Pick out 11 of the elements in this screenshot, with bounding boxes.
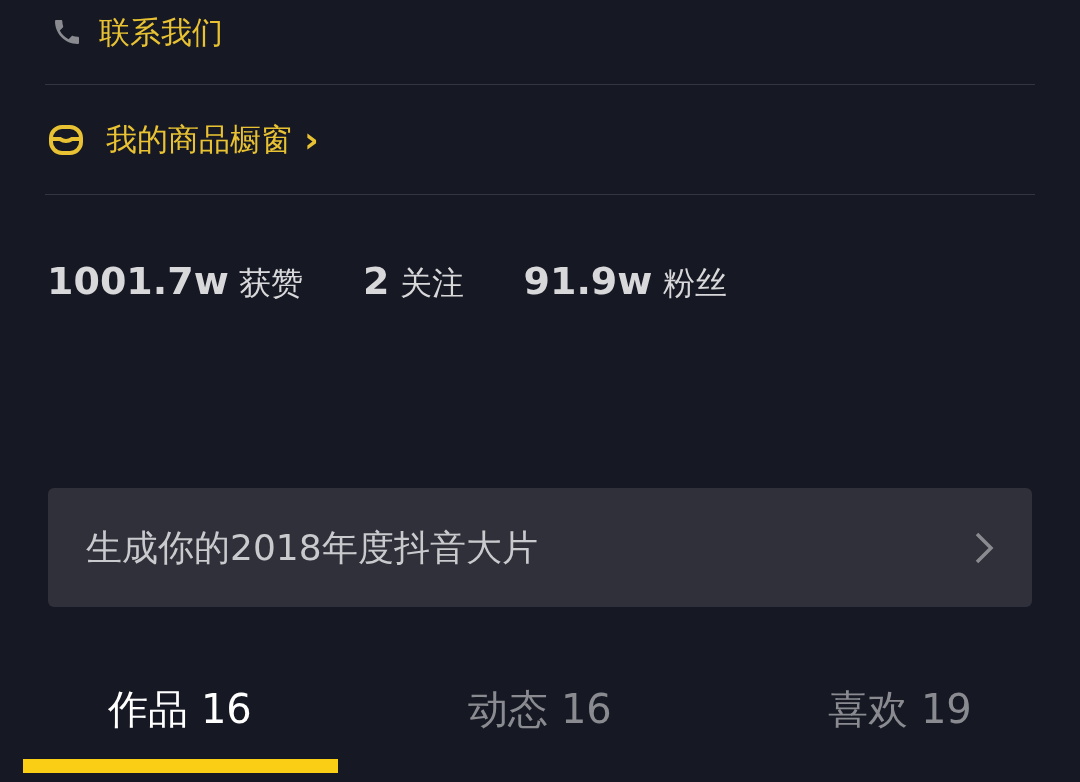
chevron-right-icon [974,530,994,565]
profile-stat[interactable]: 1001.7w 获赞 [47,253,303,310]
profile-tab[interactable]: 喜欢 19 [828,659,972,759]
showcase-link[interactable]: 我的商品橱窗 › [106,116,319,163]
profile-tab[interactable]: 动态 16 [468,659,612,759]
profile-stat[interactable]: 91.9w 粉丝 [523,253,727,310]
contact-link[interactable]: 联系我们 [99,12,223,52]
annual-video-banner[interactable]: 生成你的2018年度抖音大片 [48,488,1032,607]
profile-stat[interactable]: 2 关注 [362,253,464,310]
profile-tab[interactable]: 作品 16 [108,659,252,759]
storefront-icon [48,123,84,156]
